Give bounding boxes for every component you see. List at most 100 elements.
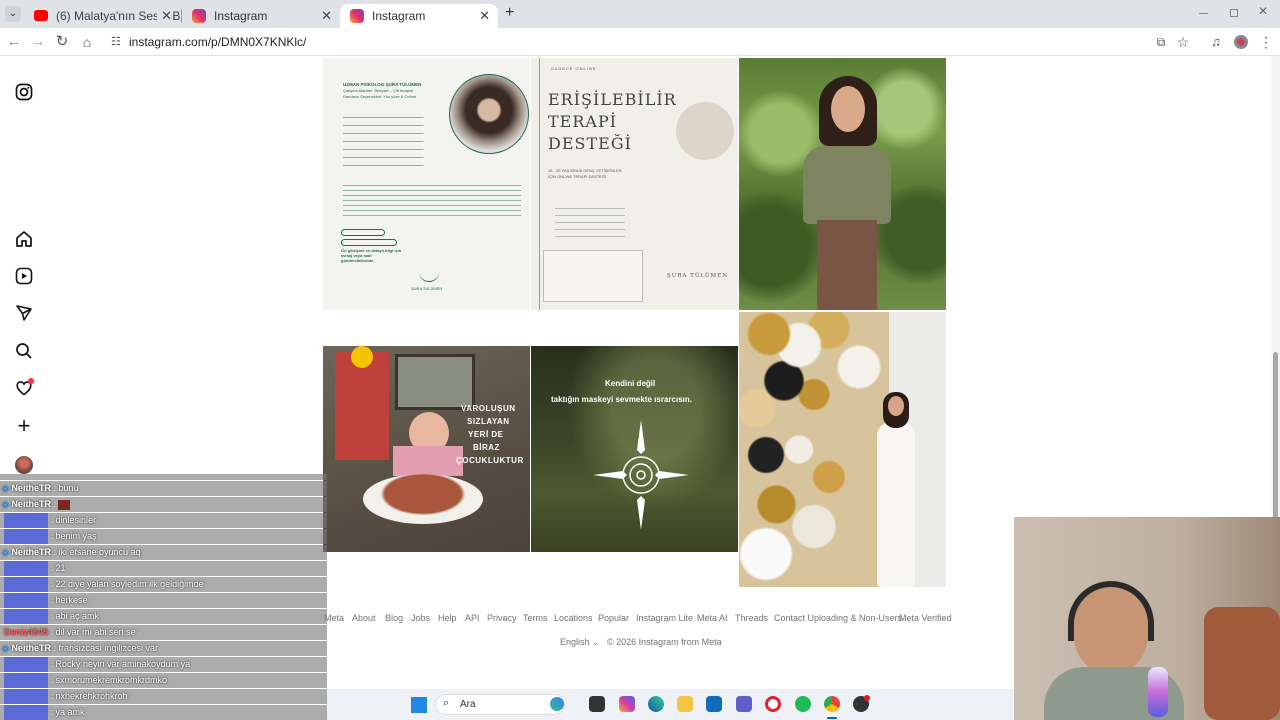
- windows-taskbar: ⌕ Ara: [327, 689, 1014, 720]
- footer-link-terms[interactable]: Terms: [523, 613, 548, 623]
- notifications-heart-icon[interactable]: [14, 378, 34, 399]
- chat-message: ◈ NeitheTR : iki efsane oyuncu aq: [0, 545, 327, 560]
- chat-message: : nxhekrehkrohkroh: [0, 689, 327, 704]
- microphone: [1148, 667, 1168, 717]
- beige-circle: [676, 102, 734, 160]
- direct-messages-icon[interactable]: [14, 304, 34, 324]
- post-accessible-therapy[interactable]: SADECE ONLINE ERİŞİLEBİLİR TERAPİ DESTEĞ…: [531, 58, 738, 310]
- home-icon[interactable]: [14, 230, 34, 250]
- post-graduation-balloons[interactable]: [739, 312, 946, 587]
- chat-message: : ya amk: [0, 705, 327, 720]
- browser-toolbar: ← → ↻ ⌂ ☷ instagram.com/p/DMN0X7KNKlc/ ⧉…: [0, 28, 1280, 56]
- face: [831, 86, 865, 132]
- footer-link-locations[interactable]: Locations: [554, 613, 593, 623]
- footer-link-meta-verified[interactable]: Meta Verified: [899, 613, 952, 623]
- new-tab-button[interactable]: +: [505, 5, 519, 21]
- install-app-icon[interactable]: ⧉: [1151, 32, 1171, 52]
- contact-box: [543, 250, 643, 302]
- footer-link-api[interactable]: API: [465, 613, 480, 623]
- footer-link-popular[interactable]: Popular: [598, 613, 629, 623]
- site-info-icon[interactable]: ☷: [111, 35, 121, 48]
- chat-message: : Rocky neyin var aminakoydum ya: [0, 657, 327, 672]
- contact-pill: [341, 229, 385, 236]
- spotify-icon[interactable]: [795, 696, 811, 712]
- chat-message: : benim yaş: [0, 529, 327, 544]
- pants: [817, 220, 877, 310]
- create-plus-icon[interactable]: +: [14, 415, 34, 437]
- edge-icon[interactable]: [648, 696, 664, 712]
- chat-message: : 21: [0, 561, 327, 576]
- child-dress: [393, 446, 463, 476]
- footer-link-threads[interactable]: Threads: [735, 613, 768, 623]
- chat-message: : herkese: [0, 593, 327, 608]
- notification-dot: [28, 378, 34, 384]
- chrome-icon[interactable]: [824, 696, 840, 712]
- tab-search-button[interactable]: ⌄: [5, 6, 21, 22]
- child-red-shirt: [335, 352, 389, 460]
- forward-icon[interactable]: →: [28, 32, 48, 52]
- instagram-logo-icon[interactable]: [14, 83, 34, 103]
- home-icon[interactable]: ⌂: [77, 32, 97, 52]
- reload-icon[interactable]: ↻: [52, 32, 72, 52]
- teams-icon[interactable]: [736, 696, 752, 712]
- profile-avatar[interactable]: [1234, 35, 1248, 49]
- chat-message: : dinlesinler: [0, 513, 327, 528]
- divider-line: [539, 58, 540, 310]
- media-controls-icon[interactable]: ♫: [1206, 32, 1226, 52]
- windows-start-icon[interactable]: [411, 697, 427, 713]
- taskbar-search[interactable]: ⌕ Ara: [435, 694, 565, 715]
- armchair: [1204, 607, 1280, 720]
- language-selector[interactable]: English ⌄: [560, 637, 599, 647]
- woman-white-suit: [877, 422, 915, 587]
- jacket: [803, 146, 891, 224]
- footer-link-privacy[interactable]: Privacy: [487, 613, 517, 623]
- footer-link-help[interactable]: Help: [438, 613, 457, 623]
- reels-icon[interactable]: [14, 267, 34, 287]
- spiral-sun-icon: [593, 420, 689, 530]
- portrait-circle: [449, 74, 529, 154]
- tab-instagram-active[interactable]: Instagram ✕: [340, 4, 498, 28]
- back-icon[interactable]: ←: [4, 32, 24, 52]
- woman-face: [888, 396, 904, 416]
- emoji-sticker: [351, 346, 373, 368]
- search-icon[interactable]: [14, 342, 34, 362]
- url-text: instagram.com/p/DMN0X7KNKlc/: [129, 35, 307, 49]
- footer-link-meta-ai[interactable]: Meta AI: [697, 613, 728, 623]
- close-tab-icon[interactable]: ✕: [157, 8, 172, 24]
- opera-icon[interactable]: [765, 696, 781, 712]
- chat-message: ◈ NeitheTR : bunu: [0, 481, 327, 496]
- tab-instagram-1[interactable]: Instagram ✕: [182, 4, 340, 28]
- minimize-icon[interactable]: [1199, 13, 1208, 14]
- contact-pill: [341, 239, 397, 246]
- instagram-icon: [350, 9, 364, 23]
- cake: [363, 474, 483, 524]
- close-tab-icon[interactable]: ✕: [321, 8, 332, 24]
- copilot-app-icon[interactable]: [619, 696, 635, 712]
- text-block: [555, 204, 625, 238]
- address-bar[interactable]: ☷ instagram.com/p/DMN0X7KNKlc/: [104, 30, 1194, 54]
- chat-message: ◈ NeitheTR : fransızcası ingilizcesi var: [0, 641, 327, 656]
- footer-link-meta[interactable]: Meta: [324, 613, 344, 623]
- outlook-icon[interactable]: [706, 696, 722, 712]
- post-forest-quote[interactable]: Kendini değil taktığın maskeyi sevmekte …: [531, 346, 738, 552]
- footer-link-instagram-lite[interactable]: Instagram Lite: [636, 613, 693, 623]
- maximize-icon[interactable]: [1230, 9, 1238, 17]
- bookmark-star-icon[interactable]: ☆: [1173, 32, 1193, 52]
- menu-kebab-icon[interactable]: ⋮: [1256, 32, 1276, 52]
- profile-avatar[interactable]: [15, 456, 33, 474]
- close-window-icon[interactable]: ✕: [1258, 4, 1268, 18]
- emote-icon: [58, 499, 71, 510]
- post-childhood-photo[interactable]: VAROLUŞUN SIZLAYAN YERİ DE BİRAZ ÇOCUKLU…: [323, 346, 530, 552]
- tab-strip: ⌄ (6) Malatya'nın Sesi - Ben Anad ✕ Inst…: [0, 0, 1280, 28]
- file-explorer-icon[interactable]: [677, 696, 693, 712]
- footer-link-jobs[interactable]: Jobs: [411, 613, 430, 623]
- task-view-icon[interactable]: [589, 696, 605, 712]
- footer-link-about[interactable]: About: [352, 613, 376, 623]
- tab-youtube[interactable]: (6) Malatya'nın Sesi - Ben Anad ✕: [24, 4, 180, 28]
- post-woman-garden[interactable]: [739, 58, 946, 310]
- post-therapy-info[interactable]: UZMAN PSİKOLOG ŞURA TÜLÜMEN Çalışma Alan…: [323, 58, 530, 310]
- copilot-icon[interactable]: [550, 697, 564, 711]
- close-tab-icon[interactable]: ✕: [479, 8, 490, 24]
- footer-link-blog[interactable]: Blog: [385, 613, 403, 623]
- footer-link-contact-uploading[interactable]: Contact Uploading & Non-Users: [774, 613, 902, 623]
